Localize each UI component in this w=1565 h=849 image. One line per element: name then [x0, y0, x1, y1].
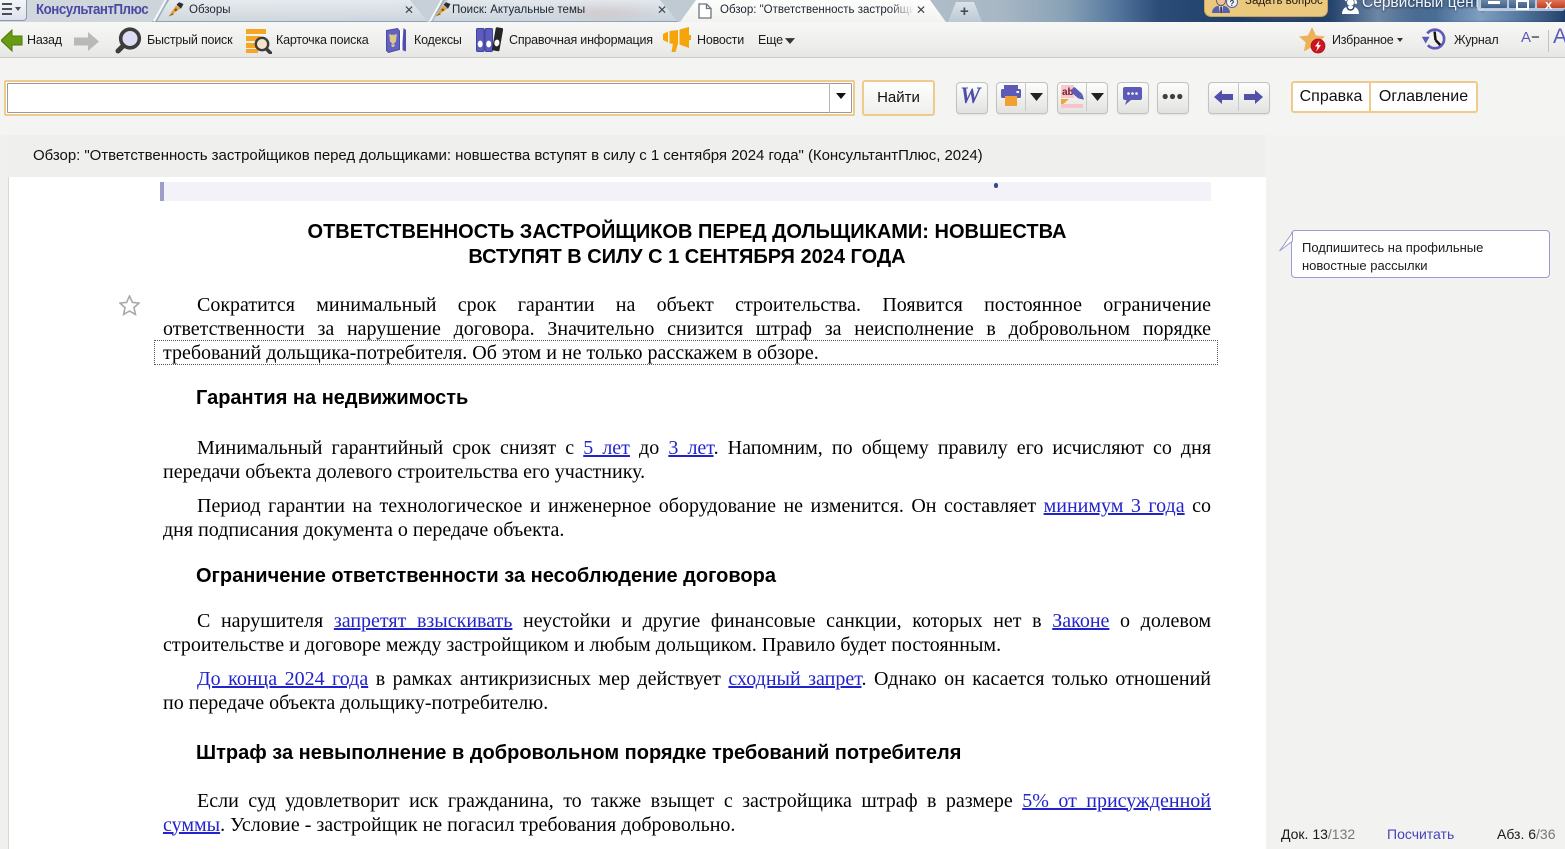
svg-text:?: ? — [1230, 0, 1235, 8]
